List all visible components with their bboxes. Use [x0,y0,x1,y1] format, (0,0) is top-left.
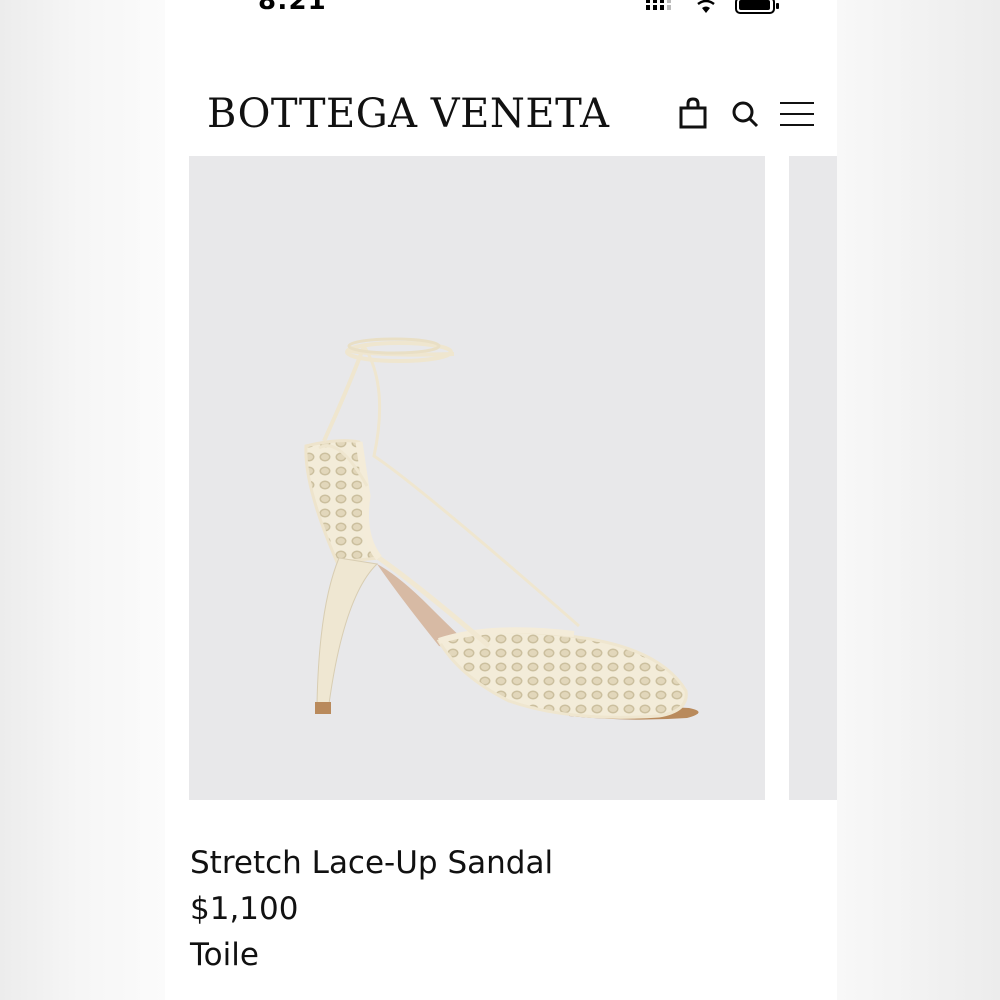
search-icon[interactable] [730,97,760,129]
status-bar: 8:21 [165,0,837,20]
battery-icon [735,0,779,14]
next-product-image-peek[interactable] [789,156,837,800]
site-header: BOTTEGA VENETA [165,85,837,145]
signal-bars-icon [646,0,671,10]
product-name[interactable]: Stretch Lace-Up Sandal [190,840,790,886]
product-color: Toile [190,937,259,973]
mobile-page: 8:21 BOTTEGA VENETA Stretch Lace-Up Sand… [165,0,837,1000]
hamburger-menu-icon[interactable] [779,97,815,129]
status-time: 8:21 [258,0,327,16]
wifi-icon [697,0,715,13]
sandal-illustration [304,337,699,720]
product-image[interactable] [189,156,765,800]
brand-logo[interactable]: BOTTEGA VENETA [207,91,609,137]
product-price: $1,100 [190,891,299,927]
shopping-bag-icon[interactable] [678,97,708,129]
product-info: Stretch Lace-Up Sandal $1,100 Toile [190,840,790,978]
